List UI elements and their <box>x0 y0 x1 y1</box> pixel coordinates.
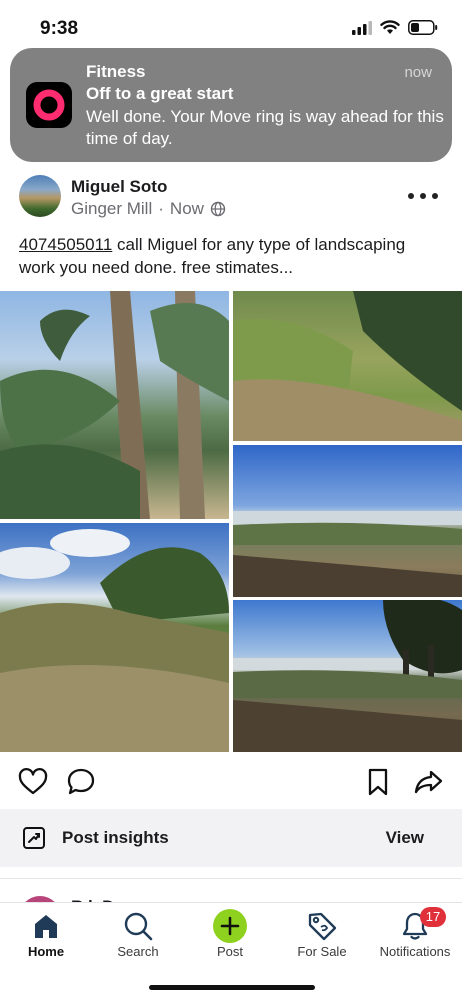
notification-time: now <box>404 64 432 81</box>
post-actions <box>0 760 462 804</box>
comment-bubble-icon[interactable] <box>65 766 97 798</box>
post-insights-bar[interactable]: Post insights View <box>0 809 462 867</box>
status-time: 9:38 <box>40 18 79 39</box>
home-indicator <box>149 985 315 990</box>
like-heart-icon[interactable] <box>17 766 49 798</box>
meta-separator: · <box>158 199 164 218</box>
tab-for-sale-label: For Sale <box>297 944 347 959</box>
notifications-badge: 17 <box>420 907 446 927</box>
tab-post-label: Post <box>216 944 243 959</box>
tab-search[interactable]: Search <box>92 903 184 973</box>
more-dot <box>420 193 426 199</box>
insights-label: Post insights <box>62 828 169 847</box>
cellular-signal-icon <box>352 20 372 35</box>
phone-link[interactable]: 4074505011 <box>19 235 112 254</box>
insights-chart-icon <box>23 827 45 849</box>
more-dot <box>408 193 414 199</box>
tab-search-label: Search <box>117 944 159 959</box>
post-photo-shoreline-trees[interactable] <box>233 600 462 752</box>
plus-icon <box>213 909 247 943</box>
home-icon <box>29 909 63 943</box>
tab-notifications-label: Notifications <box>379 944 451 959</box>
notification-body: Well done. Your Move ring is way ahead f… <box>86 107 444 148</box>
tab-for-sale[interactable]: For Sale <box>276 903 368 973</box>
more-dot <box>432 193 438 199</box>
post-text: 4074505011 call Miguel for any type of l… <box>19 233 444 279</box>
notification-title: Off to a great start <box>86 84 234 103</box>
post-photo-brush[interactable] <box>0 523 229 752</box>
author-avatar[interactable] <box>19 175 61 217</box>
search-icon <box>121 909 155 943</box>
more-options-button[interactable] <box>408 188 438 204</box>
post-photo-hillside[interactable] <box>233 291 462 441</box>
post-photo-lakeshore[interactable] <box>233 445 462 597</box>
tab-post[interactable]: Post <box>184 903 276 973</box>
post-photo-palms[interactable] <box>0 291 229 519</box>
globe-icon <box>210 201 226 217</box>
tab-notifications[interactable]: 17 Notifications <box>368 903 462 973</box>
insights-view-button[interactable]: View <box>386 828 424 848</box>
bookmark-icon[interactable] <box>362 766 394 798</box>
battery-icon <box>408 20 438 35</box>
fitness-app-icon <box>26 82 72 128</box>
wifi-icon <box>380 20 400 34</box>
tag-icon <box>305 909 339 943</box>
post-meta: Ginger Mill · Now <box>71 199 226 219</box>
author-name[interactable]: Miguel Soto <box>71 177 167 197</box>
status-bar: 9:38 <box>0 0 462 50</box>
tab-home[interactable]: Home <box>0 903 92 973</box>
fitness-notification[interactable]: Fitness now Off to a great start Well do… <box>10 48 452 162</box>
post-divider <box>0 878 462 879</box>
post-location[interactable]: Ginger Mill <box>71 199 152 219</box>
notification-app-name: Fitness <box>86 62 146 81</box>
status-icons <box>352 20 438 35</box>
share-arrow-icon[interactable] <box>412 766 444 798</box>
post-time: Now <box>169 199 204 218</box>
activity-ring-icon <box>33 89 65 121</box>
tab-home-label: Home <box>27 944 65 959</box>
